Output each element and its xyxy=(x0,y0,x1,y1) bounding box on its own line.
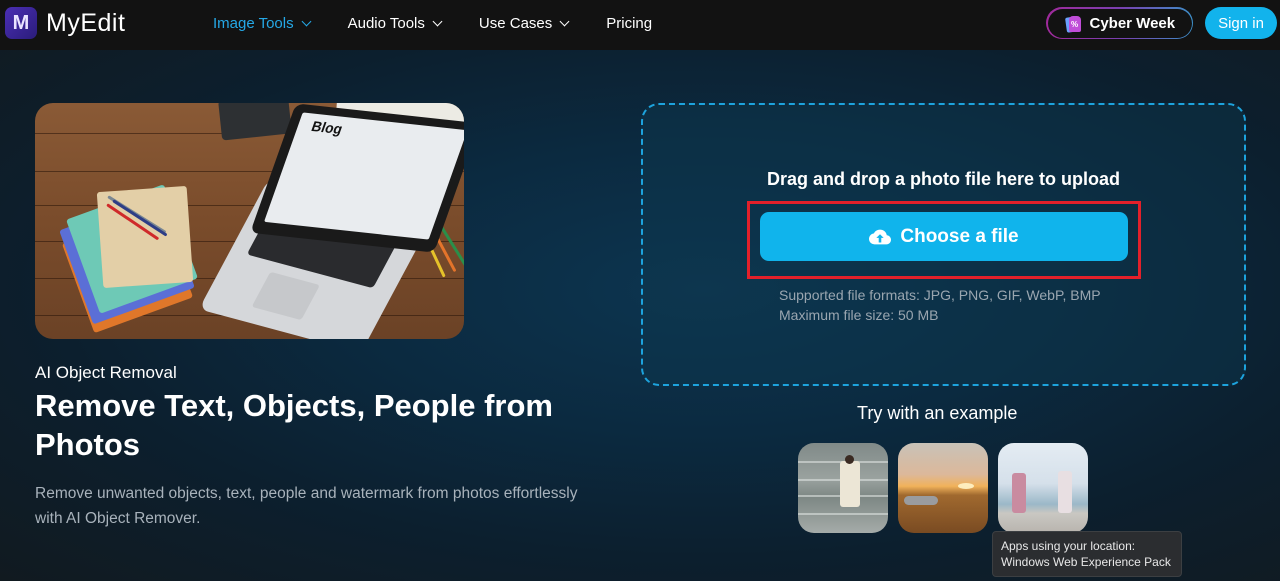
nav-audio-tools[interactable]: Audio Tools xyxy=(347,14,443,32)
system-location-tooltip: Apps using your location: Windows Web Ex… xyxy=(992,531,1182,577)
nav-use-cases-label: Use Cases xyxy=(478,14,553,32)
nav-image-tools[interactable]: Image Tools xyxy=(213,14,312,32)
example-image-3[interactable] xyxy=(998,443,1088,533)
cyber-week-label: Cyber Week xyxy=(1089,14,1176,32)
cyber-week-button[interactable]: % Cyber Week xyxy=(1046,7,1193,39)
tool-subtitle: AI Object Removal xyxy=(35,363,177,382)
tooltip-line-2: Windows Web Experience Pack xyxy=(1001,555,1171,569)
cloud-upload-icon xyxy=(869,229,892,244)
choose-file-label: Choose a file xyxy=(900,225,1019,247)
main-content: Blog AI Object Removal Remove Text, Obje… xyxy=(0,50,1280,581)
top-navbar: M MyEdit Image Tools Audio Tools Use Cas… xyxy=(0,0,1280,50)
file-requirements: Supported file formats: JPG, PNG, GIF, W… xyxy=(779,285,1101,325)
choose-file-button[interactable]: Choose a file xyxy=(760,212,1128,261)
brand-name: MyEdit xyxy=(46,8,126,37)
hero-image: Blog xyxy=(35,103,464,339)
chevron-down-icon xyxy=(432,16,443,26)
try-example-label: Try with an example xyxy=(857,403,1018,423)
sign-in-button[interactable]: Sign in xyxy=(1205,7,1277,39)
max-file-size: Maximum file size: 50 MB xyxy=(779,307,939,323)
nav-audio-tools-label: Audio Tools xyxy=(347,14,425,32)
chevron-down-icon xyxy=(301,16,312,26)
nav-pricing[interactable]: Pricing xyxy=(606,15,652,32)
nav-image-tools-label: Image Tools xyxy=(213,14,294,32)
example-image-2[interactable] xyxy=(898,443,988,533)
nav-pricing-label: Pricing xyxy=(606,14,653,32)
upload-dropzone[interactable]: Drag and drop a photo file here to uploa… xyxy=(641,103,1246,386)
myedit-logo-icon: M xyxy=(5,7,37,39)
blog-text: Blog xyxy=(309,117,346,138)
drop-label: Drag and drop a photo file here to uploa… xyxy=(766,169,1120,189)
page-description: Remove unwanted objects, text, people an… xyxy=(35,485,578,527)
chevron-down-icon xyxy=(559,16,570,26)
supported-formats: Supported file formats: JPG, PNG, GIF, W… xyxy=(779,287,1101,303)
shopping-tag-icon: % xyxy=(1064,14,1081,33)
tooltip-line-1: Apps using your location: xyxy=(1001,539,1136,553)
nav-links: Image Tools Audio Tools Use Cases Pricin… xyxy=(213,0,690,46)
example-image-1[interactable] xyxy=(798,443,888,533)
calculator-graphic xyxy=(218,103,292,141)
brand-logo[interactable]: M MyEdit xyxy=(5,7,125,39)
page-title: Remove Text, Objects, People from Photos xyxy=(35,388,553,462)
nav-use-cases[interactable]: Use Cases xyxy=(478,14,570,32)
